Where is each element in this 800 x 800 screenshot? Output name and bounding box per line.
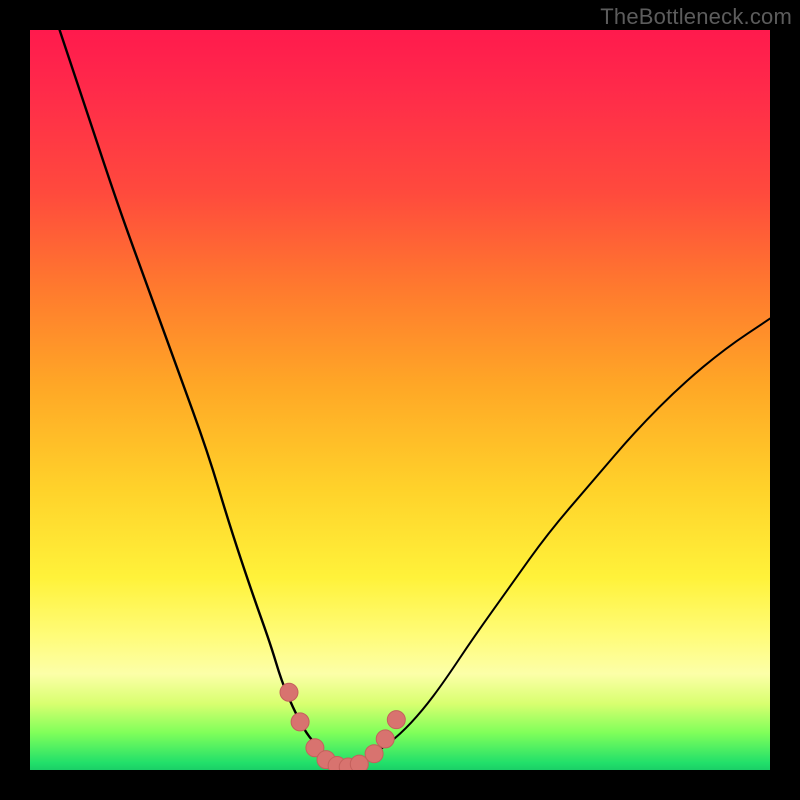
markers-group — [280, 683, 405, 770]
data-point — [280, 683, 298, 701]
plot-area — [30, 30, 770, 770]
data-point — [376, 730, 394, 748]
watermark-text: TheBottleneck.com — [600, 4, 792, 30]
chart-svg — [30, 30, 770, 770]
data-point — [291, 713, 309, 731]
data-point — [387, 711, 405, 729]
curves-group — [60, 30, 770, 767]
curve-left-curve — [60, 30, 349, 767]
chart-frame: TheBottleneck.com — [0, 0, 800, 800]
curve-right-curve — [348, 319, 770, 767]
data-point — [365, 745, 383, 763]
